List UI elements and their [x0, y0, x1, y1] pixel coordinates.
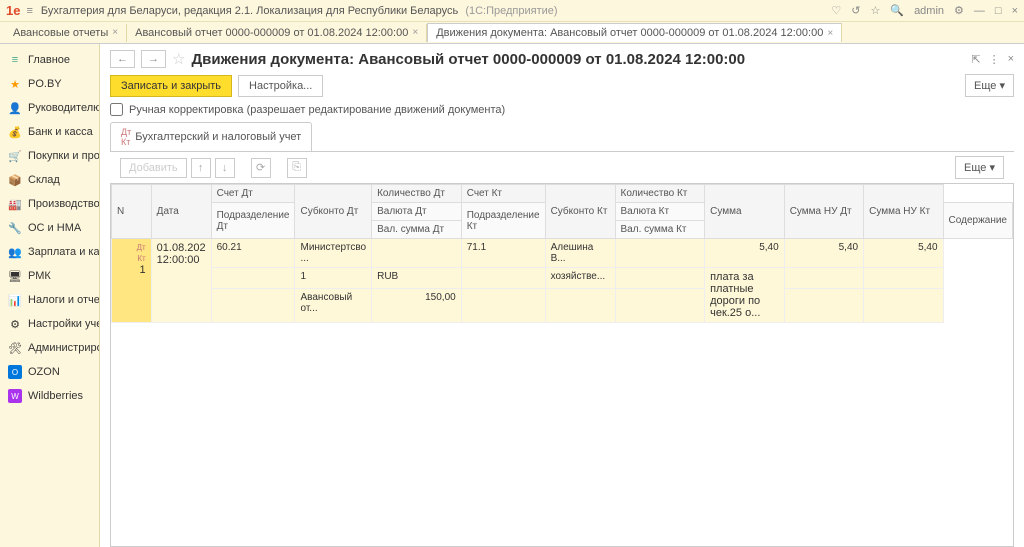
app-title: Бухгалтерия для Беларуси, редакция 2.1. …	[41, 5, 832, 17]
menu-dots-icon[interactable]: ⋮	[989, 53, 1000, 66]
col-cur-amt-kt: Вал. сумма Кт	[615, 221, 705, 239]
more-button[interactable]: Еще ▾	[965, 74, 1014, 97]
col-n: N	[112, 185, 152, 239]
cart-icon: 🛒	[8, 149, 22, 163]
col-content: Содержание	[943, 203, 1012, 239]
move-down-button[interactable]: ↓	[215, 158, 235, 178]
col-qty-kt: Количество Кт	[615, 185, 705, 203]
tab-reports[interactable]: Авансовые отчеты×	[5, 24, 127, 42]
sidebar-item-poby[interactable]: ★PO.BY	[0, 72, 99, 96]
save-close-button[interactable]: Записать и закрыть	[110, 75, 232, 97]
col-sub-dt: Субконто Дт	[295, 185, 372, 239]
bell-icon[interactable]: ♡	[831, 4, 841, 17]
table-row[interactable]: Авансовый от... 150,00	[112, 289, 1013, 323]
page-title: Движения документа: Авансовый отчет 0000…	[191, 51, 965, 68]
col-date: Дата	[151, 185, 211, 239]
star-icon[interactable]: ☆	[870, 4, 880, 17]
col-acc-kt: Счет Кт	[461, 185, 545, 203]
gear-icon: ⚙	[8, 317, 22, 331]
col-amt-nu-dt: Сумма НУ Дт	[784, 185, 863, 239]
manual-edit-checkbox[interactable]	[110, 103, 123, 116]
add-button[interactable]: Добавить	[120, 158, 187, 178]
titlebar: 1e ≡ Бухгалтерия для Беларуси, редакция …	[0, 0, 1024, 22]
settings-icon[interactable]: ⚙	[954, 4, 964, 17]
tab-movements[interactable]: Движения документа: Авансовый отчет 0000…	[427, 23, 842, 42]
tab-document[interactable]: Авансовый отчет 0000-000009 от 01.08.202…	[127, 24, 427, 42]
dtkt-icon: ДтКт	[121, 127, 131, 147]
table-row[interactable]: 1 RUB хозяйстве... плата за платныедорог…	[112, 268, 1013, 289]
link-icon[interactable]: ⇱	[971, 53, 980, 66]
wrench-icon: 🔧	[8, 221, 22, 235]
move-up-button[interactable]: ↑	[191, 158, 211, 178]
register-icon: 🖥	[8, 269, 22, 283]
maximize-icon[interactable]: □	[995, 5, 1002, 17]
back-button[interactable]: ←	[110, 50, 135, 68]
table-row[interactable]: ДтКт1 01.08.20212:00:00 60.21 Министертс…	[112, 239, 1013, 268]
favorite-icon[interactable]: ☆	[172, 50, 185, 68]
sidebar-item-rmk[interactable]: 🖥РМК	[0, 264, 99, 288]
people-icon: 👥	[8, 245, 22, 259]
col-acc-dt: Счет Дт	[211, 185, 295, 203]
tools-icon: 🛠	[8, 341, 22, 355]
col-qty-dt: Количество Дт	[372, 185, 462, 203]
col-cur-dt: Валюта Дт	[372, 203, 462, 221]
refresh-button[interactable]: ⟳	[251, 158, 271, 178]
tab-close-icon[interactable]: ×	[112, 27, 118, 38]
sidebar-item-assets[interactable]: 🔧ОС и НМА	[0, 216, 99, 240]
ozon-icon: O	[8, 365, 22, 379]
close-page-icon[interactable]: ×	[1008, 53, 1014, 66]
sidebar-item-stock[interactable]: 📦Склад	[0, 168, 99, 192]
sidebar-item-manager[interactable]: 👤Руководителю	[0, 96, 99, 120]
col-amount: Сумма	[705, 185, 785, 239]
grid-more-button[interactable]: Еще ▾	[955, 156, 1004, 179]
history-icon[interactable]: ↺	[851, 4, 860, 17]
factory-icon: 🏭	[8, 197, 22, 211]
app-logo: 1e	[6, 3, 20, 18]
home-icon: ≡	[8, 53, 22, 67]
tab-close-icon[interactable]: ×	[412, 27, 418, 38]
manual-edit-label: Ручная корректировка (разрешает редактир…	[129, 104, 505, 116]
bank-icon: 💰	[8, 125, 22, 139]
col-subdiv-kt: Подразделение Кт	[461, 203, 545, 239]
tab-close-icon[interactable]: ×	[827, 28, 833, 39]
sidebar-item-main[interactable]: ≡Главное	[0, 48, 99, 72]
col-sub-kt: Субконто Кт	[545, 185, 615, 239]
sidebar-item-admin[interactable]: 🛠Администрирование	[0, 336, 99, 360]
box-icon: 📦	[8, 173, 22, 187]
person-icon: 👤	[8, 101, 22, 115]
sidebar-item-wb[interactable]: WWildberries	[0, 384, 99, 408]
export-button[interactable]: ⎘	[287, 158, 307, 178]
menu-icon[interactable]: ≡	[26, 5, 32, 17]
col-cur-amt-dt: Вал. сумма Дт	[372, 221, 462, 239]
col-cur-kt: Валюта Кт	[615, 203, 705, 221]
tab-accounting[interactable]: ДтКт Бухгалтерский и налоговый учет	[110, 122, 312, 151]
sidebar-item-production[interactable]: 🏭Производство	[0, 192, 99, 216]
col-amt-nu-kt: Сумма НУ Кт	[864, 185, 943, 239]
user-label[interactable]: admin	[914, 5, 944, 17]
sidebar-item-settings[interactable]: ⚙Настройки учета	[0, 312, 99, 336]
sidebar-item-salary[interactable]: 👥Зарплата и кадры	[0, 240, 99, 264]
close-icon[interactable]: ×	[1012, 5, 1018, 17]
settings-button[interactable]: Настройка...	[238, 75, 323, 97]
star-icon: ★	[8, 77, 22, 91]
forward-button[interactable]: →	[141, 50, 166, 68]
data-grid[interactable]: N Дата Счет Дт Субконто Дт Количество Дт…	[110, 183, 1014, 547]
chart-icon: 📊	[8, 293, 22, 307]
sidebar-item-sales[interactable]: 🛒Покупки и продажи	[0, 144, 99, 168]
sidebar-item-taxes[interactable]: 📊Налоги и отчетность	[0, 288, 99, 312]
col-subdiv-dt: Подразделение Дт	[211, 203, 295, 239]
sidebar-item-bank[interactable]: 💰Банк и касса	[0, 120, 99, 144]
sidebar-item-ozon[interactable]: OOZON	[0, 360, 99, 384]
tabs-bar: Авансовые отчеты× Авансовый отчет 0000-0…	[0, 22, 1024, 44]
search-icon[interactable]: 🔍	[890, 4, 904, 17]
content-area: ← → ☆ Движения документа: Авансовый отче…	[100, 44, 1024, 547]
minimize-icon[interactable]: —	[974, 5, 985, 17]
wb-icon: W	[8, 389, 22, 403]
dtkt-icon: ДтКт	[137, 243, 146, 263]
sidebar: ≡Главное ★PO.BY 👤Руководителю 💰Банк и ка…	[0, 44, 100, 547]
